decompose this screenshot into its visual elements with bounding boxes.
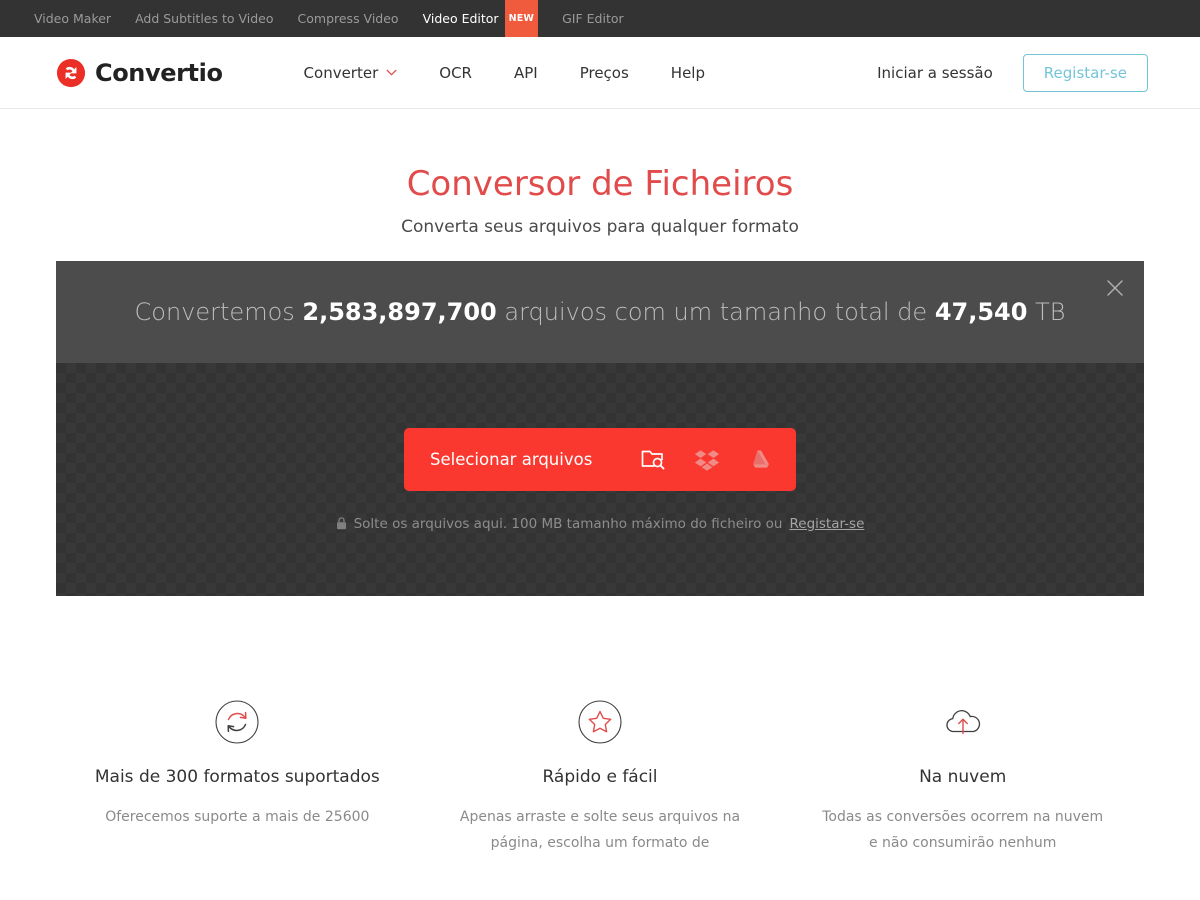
feature-description: Todas as conversões ocorrem na nuvem e n… xyxy=(822,808,1104,851)
convert-arrows-circle-icon xyxy=(215,700,259,744)
select-files-label: Selecionar arquivos xyxy=(430,449,593,469)
star-circle-icon xyxy=(578,700,622,744)
nav-item-api[interactable]: API xyxy=(493,64,559,82)
cloud-upload-icon xyxy=(946,710,980,735)
site-header: Convertio Converter OCR API Preços Help … xyxy=(0,37,1200,109)
source-icons xyxy=(640,446,774,472)
topbar-link-compress-video[interactable]: Compress Video xyxy=(286,0,411,37)
feature-description: Oferecemos suporte a mais de 25600 xyxy=(105,808,370,825)
feature-title: Rápido e fácil xyxy=(542,767,658,788)
feature-cloud: Na nuvem Todas as conversões ocorrem na … xyxy=(781,699,1144,856)
header-actions: Iniciar a sessão Registar-se xyxy=(877,53,1148,92)
drop-hint-signup-link[interactable]: Registar-se xyxy=(789,516,864,532)
lock-icon xyxy=(336,517,346,530)
topbar-link-label: GIF Editor xyxy=(562,11,624,26)
stats-total-size: 47,540 xyxy=(934,298,1028,327)
stats-middle: arquivos com um tamanho total de xyxy=(496,298,935,327)
brand-logo-link[interactable]: Convertio xyxy=(56,58,223,88)
stats-files-count: 2,583,897,700 xyxy=(302,298,497,327)
nav-item-label: API xyxy=(513,63,538,82)
topbar-link-video-editor[interactable]: Video Editor NEW xyxy=(411,0,551,39)
nav-item-help[interactable]: Help xyxy=(650,64,726,82)
select-files-button[interactable]: Selecionar arquivos xyxy=(404,427,796,491)
feature-title: Mais de 300 formatos suportados xyxy=(94,767,380,788)
main-navigation: Converter OCR API Preços Help xyxy=(283,64,726,82)
top-utility-bar: Video Maker Add Subtitles to Video Compr… xyxy=(0,0,1200,39)
google-drive-icon[interactable] xyxy=(748,446,774,472)
brand-name: Convertio xyxy=(95,58,223,87)
new-badge: NEW xyxy=(504,0,539,39)
stats-prefix: Convertemos xyxy=(134,298,303,327)
feature-title: Na nuvem xyxy=(919,767,1007,788)
feature-description: Apenas arraste e solte seus arquivos na … xyxy=(459,808,741,851)
file-uploader: Convertemos 2,583,897,700 arquivos com u… xyxy=(56,261,1144,597)
topbar-link-video-maker[interactable]: Video Maker xyxy=(22,0,123,37)
stats-banner: Convertemos 2,583,897,700 arquivos com u… xyxy=(56,261,1144,364)
chevron-down-icon xyxy=(386,69,397,76)
drop-hint-text: Solte os arquivos aqui. 100 MB tamanho m… xyxy=(353,515,783,532)
folder-search-icon[interactable] xyxy=(640,446,666,472)
nav-item-label: Help xyxy=(670,63,705,82)
page-subtitle: Converta seus arquivos para qualquer for… xyxy=(401,217,799,238)
nav-item-label: Preços xyxy=(579,63,629,82)
drop-area[interactable]: Selecionar arquivos Solte os arquivos aq… xyxy=(56,363,1144,597)
topbar-link-label: Video Editor xyxy=(422,10,499,26)
drop-hint: Solte os arquivos aqui. 100 MB tamanho m… xyxy=(336,515,864,532)
features-section: Mais de 300 formatos suportados Oferecem… xyxy=(0,699,1200,856)
login-link[interactable]: Iniciar a sessão xyxy=(877,64,993,82)
stats-text: Convertemos 2,583,897,700 arquivos com u… xyxy=(135,298,1066,326)
dropbox-icon[interactable] xyxy=(694,446,720,472)
topbar-link-label: Add Subtitles to Video xyxy=(135,11,274,26)
convertio-logo-icon xyxy=(56,58,86,87)
nav-item-converter[interactable]: Converter xyxy=(283,64,419,82)
nav-item-label: OCR xyxy=(439,63,472,82)
close-icon[interactable] xyxy=(1102,275,1128,301)
nav-item-ocr[interactable]: OCR xyxy=(418,64,493,82)
page-title: Conversor de Ficheiros xyxy=(406,164,794,204)
topbar-link-add-subtitles[interactable]: Add Subtitles to Video xyxy=(123,0,285,37)
signup-button[interactable]: Registar-se xyxy=(1022,53,1148,92)
topbar-link-label: Compress Video xyxy=(297,11,399,26)
topbar-link-gif-editor[interactable]: GIF Editor xyxy=(550,0,636,37)
nav-item-label: Converter xyxy=(303,63,379,82)
feature-formats: Mais de 300 formatos suportados Oferecem… xyxy=(56,699,419,856)
nav-item-precos[interactable]: Preços xyxy=(559,64,650,82)
stats-suffix: TB xyxy=(1027,298,1066,327)
feature-fast-easy: Rápido e fácil Apenas arraste e solte se… xyxy=(419,699,782,856)
hero-section: Conversor de Ficheiros Converta seus arq… xyxy=(0,109,1200,237)
topbar-link-label: Video Maker xyxy=(34,11,112,26)
